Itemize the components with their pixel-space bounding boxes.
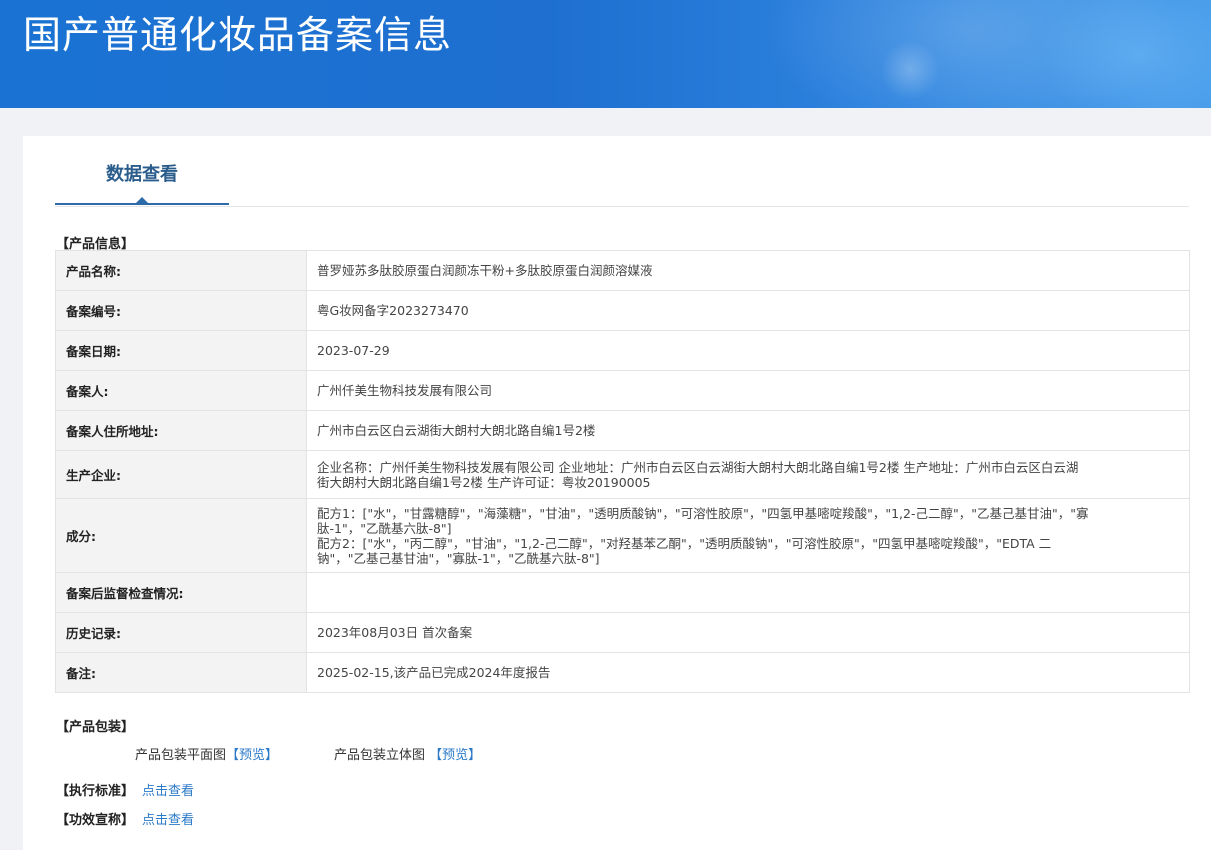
header-decoration [1040,0,1211,108]
row-label: 备案编号: [55,290,307,331]
table-row: 备案编号: 粤G妆网备字2023273470 [55,290,1190,331]
packaging-flat-label: 产品包装平面图 [135,748,227,763]
product-name-value: 普罗娅苏多肽胶原蛋白润颜冻干粉+多肽胶原蛋白润颜溶媒液 [306,250,1190,291]
manufacturer-line: 街大朗村大朗北路自编1号2楼 生产许可证：粤妆20190005 [317,474,651,490]
row-label: 产品名称: [55,250,307,291]
table-row: 备案人住所地址: 广州市白云区白云湖街大朗村大朗北路自编1号2楼 [55,410,1190,451]
manufacturer-value: 企业名称：广州仟美生物科技发展有限公司 企业地址：广州市白云区白云湖街大朗村大朗… [306,450,1190,499]
table-row: 备案日期: 2023-07-29 [55,330,1190,371]
table-row: 备案人: 广州仟美生物科技发展有限公司 [55,370,1190,411]
inspection-value [306,572,1190,613]
row-label: 备注: [55,652,307,693]
product-info-table: 产品名称: 普罗娅苏多肽胶原蛋白润颜冻干粉+多肽胶原蛋白润颜溶媒液 备案编号: … [55,250,1190,693]
packaging-solid-item: 产品包装立体图 【预览】 [334,744,481,763]
page-header: 国产普通化妆品备案信息 [0,0,1211,108]
efficacy-row: 【功效宣称】 点击查看 [56,809,194,828]
row-label: 生产企业: [55,450,307,499]
ingredients-line: 配方1：["水"，"甘露糖醇"，"海藻糖"，"甘油"，"透明质酸钠"，"可溶性胶… [317,505,1089,521]
manufacturer-line: 企业名称：广州仟美生物科技发展有限公司 企业地址：广州市白云区白云湖街大朗村大朗… [317,459,1079,475]
tab-active-indicator [55,203,229,205]
registrant-address-value: 广州市白云区白云湖街大朗村大朗北路自编1号2楼 [306,410,1190,451]
ingredients-line: 钠"，"乙基己基甘油"，"寡肽-1"，"乙酰基六肽-8"] [317,550,600,566]
packaging-flat-item: 产品包装平面图【预览】 [135,744,278,763]
row-label: 备案人住所地址: [55,410,307,451]
ingredients-value: 配方1：["水"，"甘露糖醇"，"海藻糖"，"甘油"，"透明质酸钠"，"可溶性胶… [306,498,1190,573]
filing-number-value: 粤G妆网备字2023273470 [306,290,1190,331]
packaging-solid-preview-link[interactable]: 【预览】 [429,748,481,763]
table-row: 备案后监督检查情况: [55,572,1190,613]
packaging-heading: 【产品包装】 [56,720,135,735]
standard-row: 【执行标准】 点击查看 [56,780,194,799]
table-row: 成分: 配方1：["水"，"甘露糖醇"，"海藻糖"，"甘油"，"透明质酸钠"，"… [55,498,1190,573]
header-decoration [880,40,940,100]
history-value: 2023年08月03日 首次备案 [306,612,1190,653]
ingredients-line: 肽-1"，"乙酰基六肽-8"] [317,520,452,536]
tab-caret-icon [136,197,148,203]
row-label: 历史记录: [55,612,307,653]
content-card: 数据查看 【产品信息】 产品名称: 普罗娅苏多肽胶原蛋白润颜冻干粉+多肽胶原蛋白… [23,136,1211,850]
row-label: 备案日期: [55,330,307,371]
tab-bar: 数据查看 [55,136,1189,207]
efficacy-view-link[interactable]: 点击查看 [142,813,194,828]
remarks-value: 2025-02-15,该产品已完成2024年度报告 [306,652,1190,693]
row-label: 备案人: [55,370,307,411]
table-row: 备注: 2025-02-15,该产品已完成2024年度报告 [55,652,1190,693]
registrant-value: 广州仟美生物科技发展有限公司 [306,370,1190,411]
standard-view-link[interactable]: 点击查看 [142,784,194,799]
row-label: 成分: [55,498,307,573]
row-label: 备案后监督检查情况: [55,572,307,613]
page-title: 国产普通化妆品备案信息 [23,13,453,57]
table-row: 产品名称: 普罗娅苏多肽胶原蛋白润颜冻干粉+多肽胶原蛋白润颜溶媒液 [55,250,1190,291]
packaging-flat-preview-link[interactable]: 【预览】 [226,748,278,763]
table-row: 生产企业: 企业名称：广州仟美生物科技发展有限公司 企业地址：广州市白云区白云湖… [55,450,1190,499]
table-row: 历史记录: 2023年08月03日 首次备案 [55,612,1190,653]
ingredients-line: 配方2：["水"，"丙二醇"，"甘油"，"1,2-己二醇"，"对羟基苯乙酮"，"… [317,535,1052,551]
standard-label: 【执行标准】 [56,784,135,799]
filing-date-value: 2023-07-29 [306,330,1190,371]
packaging-solid-label: 产品包装立体图 [334,748,426,763]
efficacy-label: 【功效宣称】 [56,813,135,828]
